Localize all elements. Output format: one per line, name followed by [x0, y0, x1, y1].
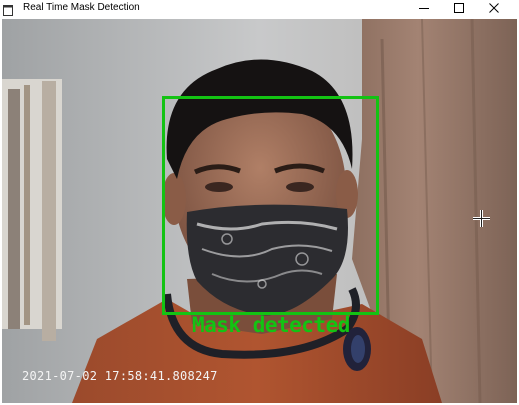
window-title: Real Time Mask Detection	[23, 2, 140, 13]
minimize-button[interactable]	[407, 0, 441, 16]
detection-label: Mask detected	[192, 313, 350, 337]
close-button[interactable]	[477, 0, 511, 16]
frame-timestamp: 2021-07-02 17:58:41.808247	[22, 369, 218, 383]
minimize-icon	[419, 3, 429, 13]
maximize-button[interactable]	[442, 0, 476, 16]
title-bar[interactable]: Real Time Mask Detection	[0, 0, 519, 18]
app-window-icon	[3, 3, 13, 16]
camera-feed: Mask detected 2021-07-02 17:58:41.808247	[2, 19, 517, 403]
crosshair-cursor-icon	[473, 210, 490, 227]
close-icon	[489, 3, 499, 13]
maximize-icon	[454, 3, 464, 13]
face-detection-box	[162, 96, 379, 315]
app-window: Real Time Mask Detection Mask detected 2…	[0, 0, 519, 405]
